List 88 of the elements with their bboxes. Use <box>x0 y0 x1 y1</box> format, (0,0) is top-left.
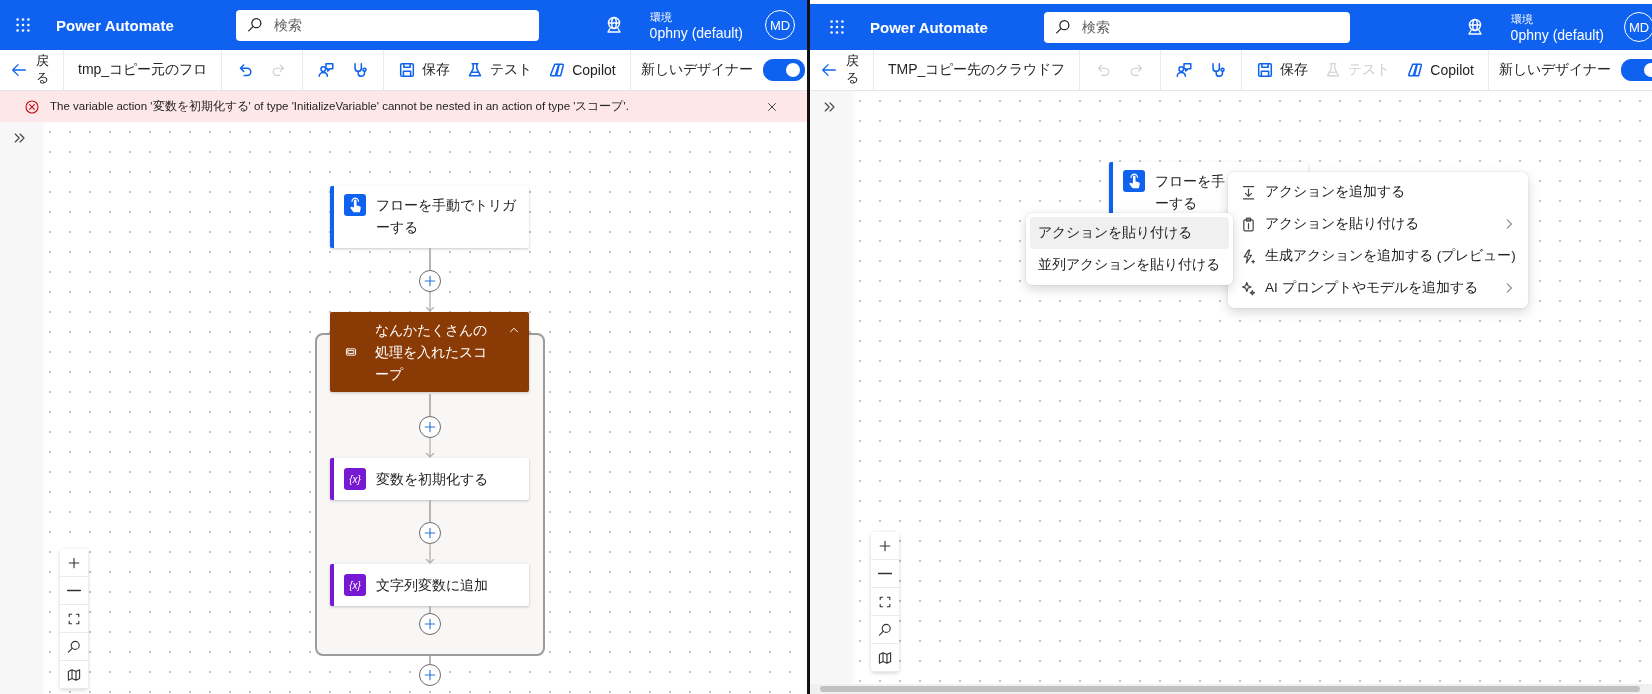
connector-arrow <box>424 292 435 312</box>
save-icon <box>1256 61 1275 79</box>
add-step-button[interactable] <box>418 522 441 544</box>
toggle-switch[interactable] <box>1620 59 1652 81</box>
frame-icon <box>344 345 358 359</box>
scrollbar[interactable] <box>810 684 1652 694</box>
error-icon <box>24 98 40 115</box>
toggle-switch[interactable] <box>762 59 805 81</box>
hand-pointer-icon <box>1123 170 1145 192</box>
linked-shapes-icon <box>548 61 567 79</box>
app-launcher-icon[interactable] <box>14 16 32 34</box>
variable-icon: {x} <box>344 468 366 490</box>
back-label[interactable]: 戻る <box>36 53 49 87</box>
linked-shapes-icon <box>1406 61 1425 79</box>
action-title: フローを手動でトリガ ーする <box>376 196 516 237</box>
sparkles-icon <box>1240 279 1257 297</box>
add-step-button[interactable] <box>418 270 441 292</box>
zoom-in-button[interactable] <box>60 549 88 577</box>
minus-icon <box>67 589 81 592</box>
arrow-down-icon <box>1240 183 1257 201</box>
toggle-label: 新しいデザイナー <box>640 61 753 79</box>
save-icon <box>398 61 417 79</box>
connector-line <box>428 394 431 416</box>
fit-view-button[interactable] <box>60 605 88 633</box>
hand-pointer-icon <box>344 194 366 216</box>
connector-arrow <box>424 438 435 458</box>
map-icon <box>66 666 82 683</box>
connector-arrow <box>424 544 435 564</box>
action-card[interactable]: {x} 文字列変数に追加 <box>330 564 529 606</box>
search-button[interactable] <box>871 616 899 644</box>
menu-item-label: 生成アクションを追加する (プレビュー) <box>1265 247 1516 265</box>
minus-icon <box>878 572 892 575</box>
environment-label: 環境 <box>1510 11 1534 27</box>
back-label[interactable]: 戻る <box>846 53 859 87</box>
search-icon <box>1053 17 1072 36</box>
save-button[interactable]: 保存 <box>1248 55 1317 85</box>
clipboard-icon <box>1240 215 1257 233</box>
flow-name[interactable]: tmp_コピー元のフロ <box>70 61 216 79</box>
search-field[interactable]: 検索 <box>235 9 539 41</box>
app-title[interactable]: Power Automate <box>870 18 988 36</box>
copilot-button[interactable]: Copilot <box>540 55 624 85</box>
action-title: なんかたくさんの 処理を入れたスコ ープ <box>375 321 487 384</box>
fit-view-button[interactable] <box>871 588 899 616</box>
minimap-button[interactable] <box>60 661 88 689</box>
error-message: The variable action '変数を初期化する' of type 'InitializeVariable' cannot be nested in an action of type 'スコープ'. <box>50 99 629 114</box>
action-title: 変数を初期化する <box>376 470 488 489</box>
connector-line <box>428 248 431 270</box>
flow-name[interactable]: TMP_コピー先のクラウドフ <box>880 61 1074 79</box>
environment-name[interactable]: 0phny (default) <box>1510 26 1604 43</box>
menu-item-label: 並列アクションを貼り付ける <box>1038 256 1220 274</box>
add-step-button[interactable] <box>418 664 441 686</box>
menu-item[interactable]: AI プロンプトやモデルを追加する <box>1232 272 1524 304</box>
person-chat-icon <box>1175 61 1194 79</box>
action-card[interactable]: フローを手動でトリガ ーする <box>330 186 529 248</box>
stethoscope-icon <box>1209 61 1228 79</box>
save-button[interactable]: 保存 <box>390 55 459 85</box>
environment-name[interactable]: 0phny (default) <box>649 24 743 41</box>
map-icon <box>877 649 893 666</box>
add-step-button[interactable] <box>418 416 441 438</box>
scope-card[interactable]: なんかたくさんの 処理を入れたスコ ープ <box>330 312 529 392</box>
menu-item-label: AI プロンプトやモデルを追加する <box>1265 279 1478 297</box>
app-launcher-icon[interactable] <box>828 18 846 36</box>
test-button[interactable]: テスト <box>458 55 541 85</box>
person-chat-icon <box>317 61 336 79</box>
menu-item[interactable]: 並列アクションを貼り付ける <box>1030 249 1229 281</box>
action-card[interactable]: {x} 変数を初期化する <box>330 458 529 500</box>
search-icon <box>877 621 893 638</box>
back-arrow-icon[interactable] <box>10 61 28 79</box>
back-arrow-icon[interactable] <box>820 61 838 79</box>
stethoscope-icon <box>351 61 370 79</box>
toggle-label: 新しいデザイナー <box>1498 61 1611 79</box>
copilot-button[interactable]: Copilot <box>1398 55 1482 85</box>
search-icon <box>245 15 264 34</box>
connector-line <box>428 500 431 522</box>
minimap-button[interactable] <box>871 644 899 672</box>
zoom-in-button[interactable] <box>871 532 899 560</box>
environment-label: 環境 <box>649 9 673 25</box>
add-step-button[interactable] <box>418 613 441 635</box>
variable-icon: {x} <box>344 574 366 596</box>
app-title[interactable]: Power Automate <box>56 16 174 34</box>
search-field[interactable]: 検索 <box>1043 11 1350 43</box>
action-title: フローを手 ーする <box>1155 172 1225 213</box>
search-button[interactable] <box>60 633 88 661</box>
search-icon <box>66 638 82 655</box>
menu-item-label: アクションを貼り付ける <box>1038 224 1192 242</box>
menu-item[interactable]: 生成アクションを追加する (プレビュー) <box>1232 240 1524 272</box>
menu-item[interactable]: アクションを貼り付ける <box>1030 217 1229 249</box>
action-title: 文字列変数に追加 <box>376 576 488 595</box>
